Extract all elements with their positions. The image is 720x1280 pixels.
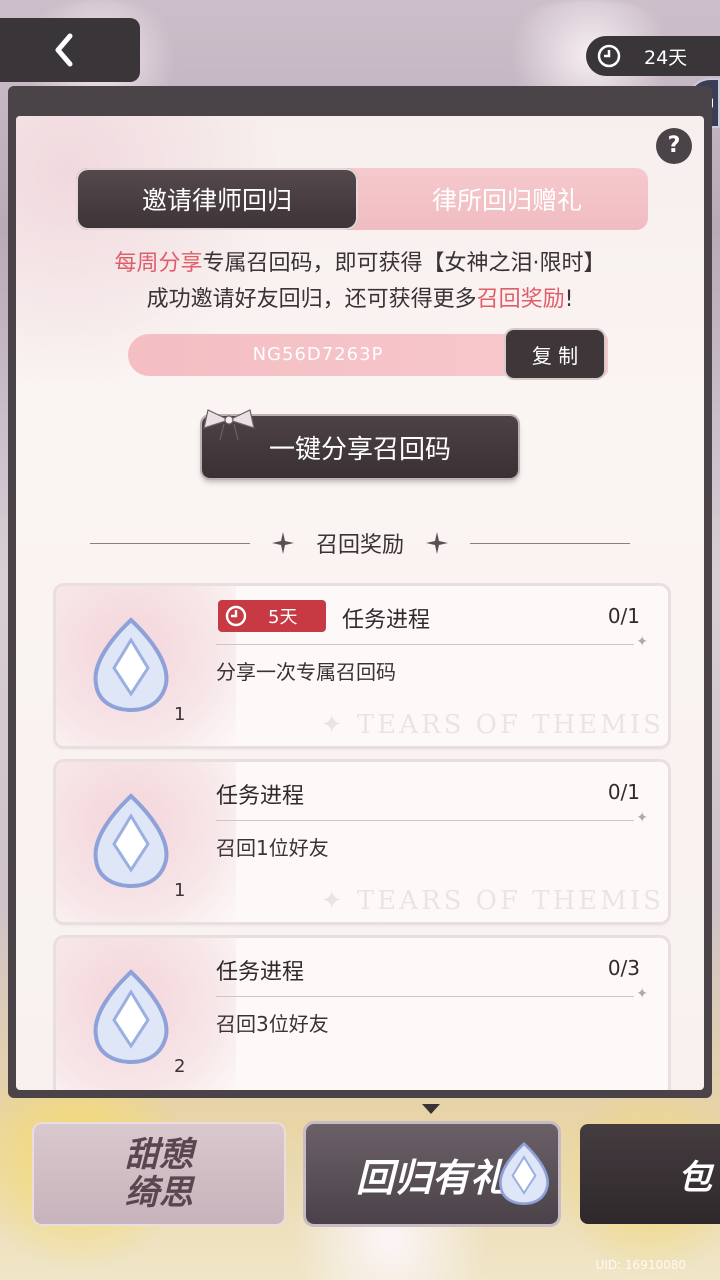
divider-line	[89, 542, 250, 544]
task-title: 任务进程	[216, 960, 305, 985]
chevron-left-icon	[55, 33, 73, 67]
section-title-rewards: 召回奖励	[16, 524, 704, 562]
task-description: 分享一次专属召回码	[216, 660, 396, 684]
watermark-logo: ✦ TEARS OF THEMIS	[320, 710, 664, 740]
section-title-text: 召回奖励	[315, 533, 404, 558]
description-text: 成功邀请好友回归，还可获得更多	[146, 287, 477, 312]
task-card[interactable]: 2 任务进程 0/3 召回3位好友	[56, 938, 668, 1090]
divider-line	[470, 542, 630, 544]
ribbon-bow-icon	[203, 409, 255, 441]
goddess-tear-gem-icon	[93, 617, 169, 713]
tab-invite-lawyer[interactable]: 邀请律师回归	[76, 168, 358, 230]
sparkle-icon	[426, 532, 448, 554]
description-highlight: 召回奖励	[476, 287, 565, 312]
current-tab-indicator-icon	[422, 1104, 440, 1114]
nav-label-line: 绮思	[125, 1173, 193, 1213]
task-progress: 0/1	[607, 780, 640, 804]
reward-count: 1	[174, 704, 186, 725]
watermark-logo: ✦ TEARS OF THEMIS	[320, 886, 664, 916]
task-description: 召回1位好友	[216, 836, 329, 860]
nav-sweet-rest[interactable]: 甜憩 绮思	[34, 1124, 284, 1224]
goddess-tear-gem-icon	[93, 793, 169, 889]
task-divider	[216, 986, 648, 1002]
back-button[interactable]	[0, 18, 140, 82]
nav-label: 回归有礼	[355, 1154, 508, 1200]
nav-partial-item[interactable]: 包	[580, 1124, 720, 1224]
invite-code-value: NG56D7263P	[252, 344, 384, 365]
recall-panel: ? 律所回归赠礼 邀请律师回归 每周分享专属召回码，即可获得【女神之泪·限时】 …	[16, 116, 704, 1090]
nav-label-line: 甜憩	[125, 1135, 193, 1175]
task-divider	[216, 634, 648, 650]
task-progress: 0/1	[607, 604, 640, 628]
copy-button[interactable]: 复 制	[506, 330, 604, 378]
user-id: UID: 16910080	[595, 1258, 687, 1272]
task-title: 任务进程	[216, 784, 305, 809]
event-description: 每周分享专属召回码，即可获得【女神之泪·限时】 成功邀请好友回归，还可获得更多召…	[16, 246, 704, 318]
task-card[interactable]: ✦ TEARS OF THEMIS 1 5天 任务进程 0/1 分享一次专属召回…	[56, 586, 668, 746]
goddess-tear-gem-icon	[93, 969, 169, 1065]
task-timer-label: 5天	[268, 607, 298, 628]
help-icon[interactable]: ?	[656, 128, 692, 164]
task-description: 召回3位好友	[216, 1012, 329, 1036]
reward-count: 2	[174, 1056, 186, 1077]
clock-icon	[225, 605, 247, 627]
task-divider	[216, 810, 648, 826]
clock-icon	[597, 44, 621, 68]
task-title: 任务进程	[342, 608, 431, 633]
description-suffix: !	[564, 287, 574, 312]
goddess-tear-gem-icon	[499, 1141, 549, 1206]
tab-return-gifts[interactable]: 律所回归赠礼	[346, 168, 648, 230]
description-line-2: 成功邀请好友回归，还可获得更多召回奖励!	[16, 282, 704, 318]
event-timer-label: 24天	[644, 46, 688, 69]
sparkle-icon	[271, 532, 294, 554]
task-progress: 0/3	[607, 956, 640, 980]
tab-bar: 律所回归赠礼 邀请律师回归	[76, 168, 648, 230]
description-highlight: 每周分享	[114, 251, 203, 276]
event-timer: 24天	[586, 36, 720, 76]
nav-label: 包	[678, 1157, 712, 1198]
reward-count: 1	[174, 880, 186, 901]
task-timer-badge: 5天	[218, 600, 326, 632]
description-text: 专属召回码，即可获得【女神之泪·限时】	[202, 251, 606, 276]
task-card[interactable]: ✦ TEARS OF THEMIS 1 任务进程 0/1 召回1位好友	[56, 762, 668, 922]
description-line-1: 每周分享专属召回码，即可获得【女神之泪·限时】	[16, 246, 704, 282]
